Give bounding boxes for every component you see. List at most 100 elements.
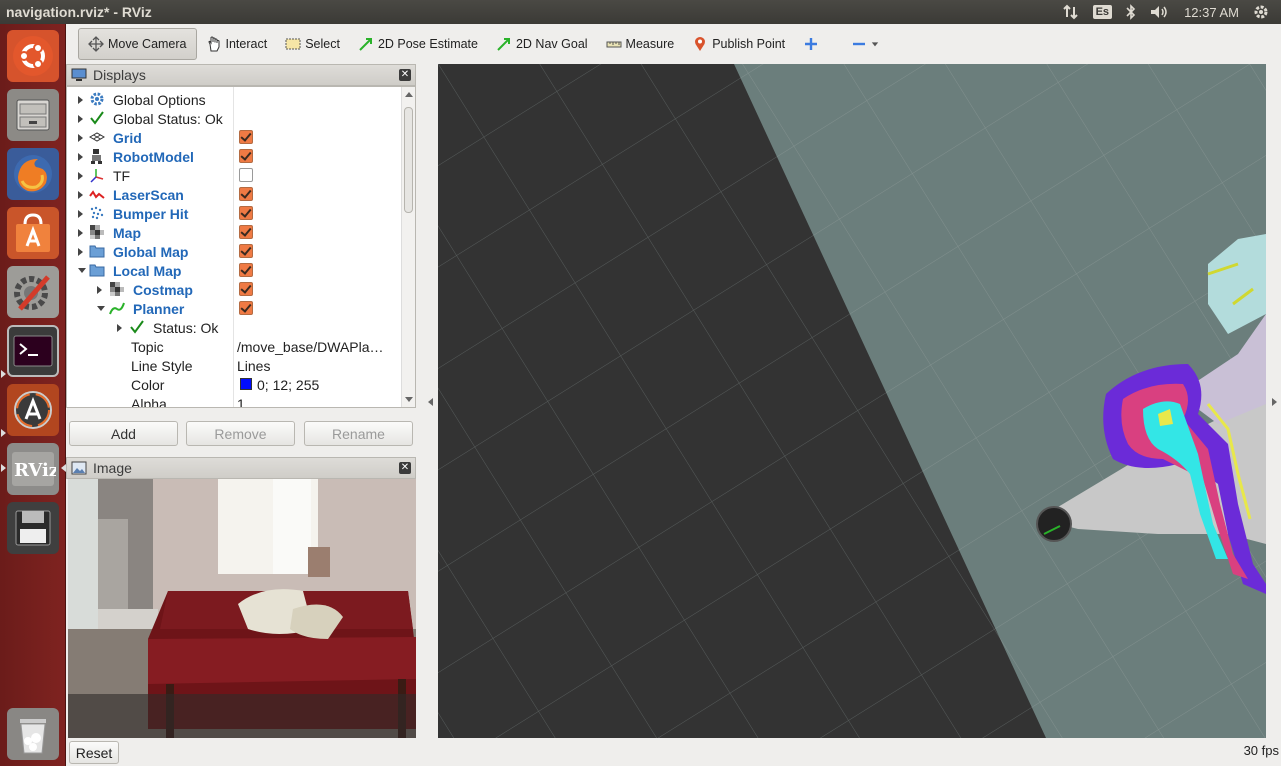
publish-point-tool[interactable]: Publish Point xyxy=(683,28,794,60)
save-button[interactable] xyxy=(7,502,59,554)
system-settings-button[interactable] xyxy=(7,266,59,318)
tree-row-global-status-ok[interactable]: Global Status: Ok xyxy=(67,109,403,128)
enable-checkbox[interactable] xyxy=(239,168,253,182)
enable-checkbox[interactable] xyxy=(239,225,253,239)
tree-row-label: Status: Ok xyxy=(153,319,219,336)
status-bar: Reset 30 fps xyxy=(66,738,1281,766)
move-camera-tool[interactable]: Move Camera xyxy=(78,28,197,60)
expand-arrow-icon[interactable] xyxy=(78,228,83,237)
tree-row-tf[interactable]: TF xyxy=(67,166,403,185)
enable-checkbox[interactable] xyxy=(239,149,253,163)
expand-arrow-icon[interactable] xyxy=(78,209,83,218)
clock[interactable]: 12:37 AM xyxy=(1184,5,1239,20)
tree-row-robotmodel[interactable]: RobotModel xyxy=(67,147,403,166)
move-camera-label: Move Camera xyxy=(108,37,187,51)
expand-arrow-icon[interactable] xyxy=(78,171,83,180)
enable-checkbox[interactable] xyxy=(239,263,253,277)
tree-row-bumper-hit[interactable]: Bumper Hit xyxy=(67,204,403,223)
property-value[interactable]: 1 xyxy=(237,396,245,408)
rviz-button[interactable]: RViz xyxy=(7,443,59,495)
tree-row-laserscan[interactable]: LaserScan xyxy=(67,185,403,204)
tree-row-global-map[interactable]: Global Map xyxy=(67,242,403,261)
expand-arrow-icon[interactable] xyxy=(117,323,122,332)
remove-tool-button[interactable] xyxy=(842,28,888,60)
pose-estimate-tool[interactable]: 2D Pose Estimate xyxy=(349,28,487,60)
collapse-arrow-icon[interactable] xyxy=(78,268,86,273)
software-updater-button[interactable] xyxy=(7,384,59,436)
scroll-down-icon[interactable] xyxy=(405,397,413,402)
rviz-running-indicator xyxy=(1,464,6,472)
keyboard-layout-indicator[interactable]: Es xyxy=(1092,5,1113,19)
expand-arrow-icon[interactable] xyxy=(97,285,102,294)
property-value[interactable]: 0; 12; 255 xyxy=(257,377,319,393)
volume-icon[interactable] xyxy=(1150,4,1170,20)
enable-checkbox[interactable] xyxy=(239,130,253,144)
tree-row-grid[interactable]: Grid xyxy=(67,128,403,147)
scroll-up-icon[interactable] xyxy=(405,92,413,97)
interact-tool[interactable]: Interact xyxy=(197,28,277,60)
render-3d-view[interactable] xyxy=(438,64,1266,738)
tree-row-label: Line Style xyxy=(131,357,193,374)
enable-checkbox[interactable] xyxy=(239,282,253,296)
expand-arrow-icon[interactable] xyxy=(78,152,83,161)
enable-checkbox[interactable] xyxy=(239,206,253,220)
collapse-left-icon[interactable] xyxy=(428,398,433,406)
remove-button[interactable]: Remove xyxy=(186,421,295,446)
displays-title-bar[interactable]: Displays ✕ xyxy=(66,64,416,86)
add-tool-button[interactable] xyxy=(794,28,828,60)
firefox-button[interactable] xyxy=(7,148,59,200)
nav-goal-tool[interactable]: 2D Nav Goal xyxy=(487,28,597,60)
map-icon xyxy=(109,281,125,297)
expand-arrow-icon[interactable] xyxy=(78,133,83,142)
tree-row-local-map[interactable]: Local Map xyxy=(67,261,403,280)
trash-button[interactable] xyxy=(7,708,59,760)
reset-button[interactable]: Reset xyxy=(69,741,119,764)
tree-row-global-options[interactable]: Global Options xyxy=(67,90,403,109)
tool-toolbar: Move Camera Interact Select 2D Pose Esti… xyxy=(66,24,1281,64)
property-value[interactable]: /move_base/DWAPla… xyxy=(237,339,384,355)
tree-row-label: Planner xyxy=(133,300,185,317)
enable-checkbox[interactable] xyxy=(239,187,253,201)
tree-row-color[interactable]: Color 0; 12; 255 xyxy=(67,375,403,394)
collapse-arrow-icon[interactable] xyxy=(97,306,105,311)
bluetooth-icon[interactable] xyxy=(1126,4,1136,20)
tree-row-label: LaserScan xyxy=(113,186,184,203)
expand-arrow-icon[interactable] xyxy=(78,247,83,256)
close-icon[interactable]: ✕ xyxy=(399,462,411,474)
tree-row-costmap[interactable]: Costmap xyxy=(67,280,403,299)
close-icon[interactable]: ✕ xyxy=(399,69,411,81)
software-center-button[interactable] xyxy=(7,207,59,259)
enable-checkbox[interactable] xyxy=(239,244,253,258)
collapse-right-icon[interactable] xyxy=(1272,398,1277,406)
ubuntu-dash-button[interactable] xyxy=(7,30,59,82)
image-title-bar[interactable]: Image ✕ xyxy=(66,457,416,479)
shopping-bag-icon xyxy=(16,213,50,252)
tree-row-topic[interactable]: Topic/move_base/DWAPla… xyxy=(67,337,403,356)
displays-tree[interactable]: Global Options Global Status: Ok Grid Robot… xyxy=(66,86,416,408)
power-gear-icon[interactable] xyxy=(1253,4,1269,20)
files-button[interactable] xyxy=(7,89,59,141)
terminal-button[interactable] xyxy=(7,325,59,377)
tree-row-map[interactable]: Map xyxy=(67,223,403,242)
map-icon xyxy=(89,224,105,240)
measure-tool[interactable]: Measure xyxy=(597,28,684,60)
network-icon[interactable] xyxy=(1062,4,1079,20)
tree-row-label: Alpha xyxy=(131,395,167,408)
select-tool[interactable]: Select xyxy=(276,28,349,60)
tree-row-line-style[interactable]: Line Style Lines xyxy=(67,356,403,375)
expand-arrow-icon[interactable] xyxy=(78,95,83,104)
add-button[interactable]: Add xyxy=(69,421,178,446)
displays-scrollbar[interactable] xyxy=(401,87,415,407)
file-cabinet-icon xyxy=(16,99,50,131)
property-value[interactable]: Lines xyxy=(237,358,270,374)
tree-row-status-ok[interactable]: Status: Ok xyxy=(67,318,403,337)
tree-row-alpha[interactable]: Alpha 1 xyxy=(67,394,403,408)
scrollbar-thumb[interactable] xyxy=(404,107,413,213)
expand-arrow-icon[interactable] xyxy=(78,190,83,199)
rename-button[interactable]: Rename xyxy=(304,421,413,446)
color-swatch[interactable] xyxy=(240,378,252,390)
tree-row-planner[interactable]: Planner xyxy=(67,299,403,318)
enable-checkbox[interactable] xyxy=(239,301,253,315)
green-arrow-icon xyxy=(359,38,372,51)
expand-arrow-icon[interactable] xyxy=(78,114,83,123)
